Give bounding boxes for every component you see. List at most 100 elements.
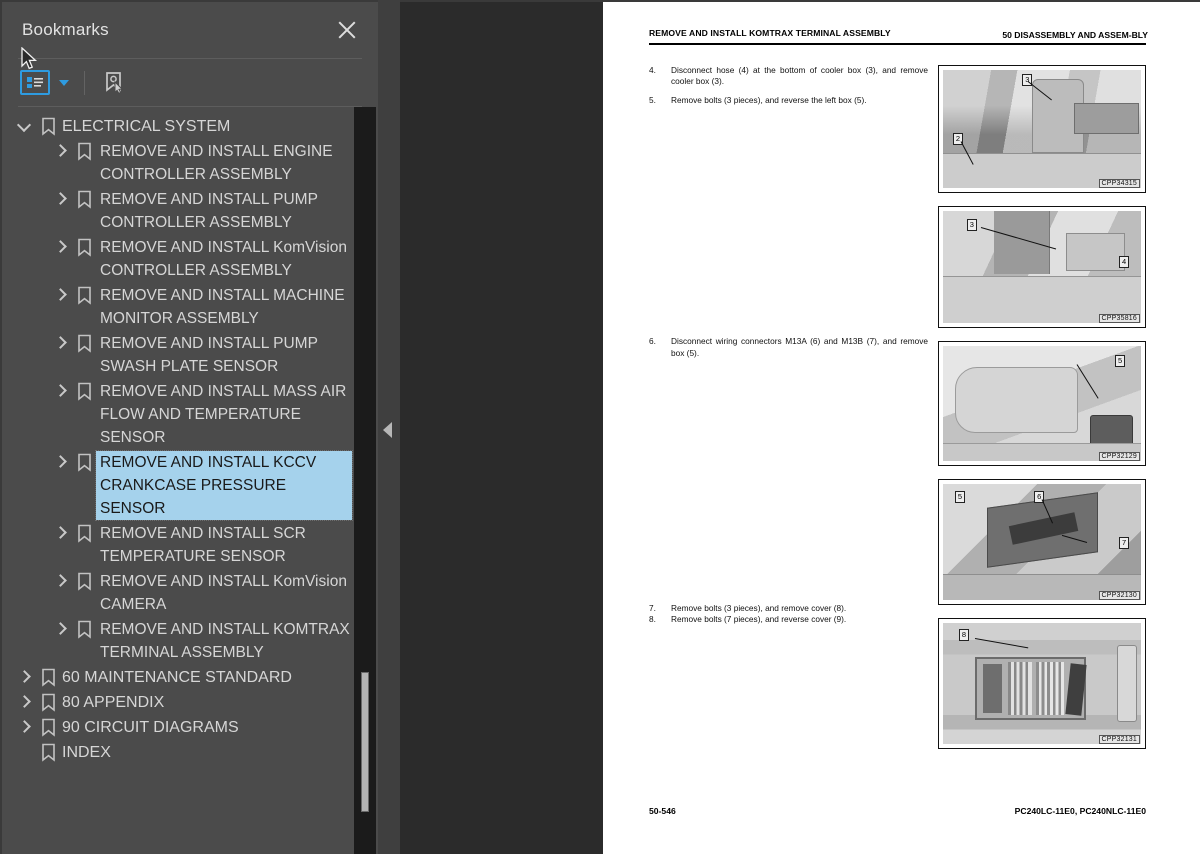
bookmarks-toolbar — [2, 47, 378, 106]
scrollbar-thumb[interactable] — [361, 672, 369, 812]
chevron-right-icon[interactable] — [50, 236, 72, 258]
bookmark-icon — [36, 115, 60, 137]
chevron-right-icon[interactable] — [50, 451, 72, 473]
document-viewer: REMOVE AND INSTALL KOMTRAX TERMINAL ASSE… — [400, 0, 1200, 854]
chevron-right-icon[interactable] — [14, 666, 36, 688]
step-text: Remove bolts (7 pieces), and reverse cov… — [671, 614, 847, 625]
step-number: 6. — [649, 336, 656, 347]
figure-wiring-connectors: 5 CPP32129 — [938, 341, 1146, 466]
callout-label: 3 — [966, 218, 977, 231]
bookmark-icon — [36, 691, 60, 713]
step-text: Disconnect wiring connectors M13A (6) an… — [671, 336, 928, 358]
chevron-right-icon[interactable] — [50, 380, 72, 402]
bookmark-list-glyph — [26, 77, 43, 88]
bookmark-item[interactable]: REMOVE AND INSTALL MASS AIR FLOW AND TEM… — [2, 379, 352, 450]
chevron-down-icon[interactable] — [59, 79, 69, 86]
bookmark-item-label[interactable]: INDEX — [60, 741, 113, 764]
callout-label: 5 — [1115, 355, 1126, 368]
bookmark-list-icon[interactable] — [20, 70, 50, 95]
step-text: Disconnect hose (4) at the bottom of coo… — [671, 65, 928, 87]
bookmark-pointer-icon[interactable] — [100, 70, 130, 95]
figure-fuse-panel: 8 CPP32131 — [938, 618, 1146, 749]
figure-cover-bolts: 5 6 7 CPP32130 — [938, 479, 1146, 605]
panel-splitter[interactable] — [378, 0, 400, 854]
chevron-right-icon[interactable] — [50, 284, 72, 306]
chevron-right-icon[interactable] — [14, 691, 36, 713]
step-number: 7. — [649, 603, 656, 614]
figure-code: CPP34315 — [1098, 179, 1140, 188]
chevron-right-icon[interactable] — [50, 522, 72, 544]
chevron-right-icon[interactable] — [50, 570, 72, 592]
bookmark-item[interactable]: REMOVE AND INSTALL KOMTRAX TERMINAL ASSE… — [2, 617, 352, 665]
bookmark-item-label[interactable]: REMOVE AND INSTALL KomVision CONTROLLER … — [96, 236, 352, 282]
bookmark-item[interactable]: REMOVE AND INSTALL MACHINE MONITOR ASSEM… — [2, 283, 352, 331]
bookmark-icon — [72, 188, 96, 210]
bookmark-item-label[interactable]: REMOVE AND INSTALL MACHINE MONITOR ASSEM… — [96, 284, 352, 330]
bookmarks-panel-header: Bookmarks — [2, 2, 378, 58]
bookmark-icon — [36, 716, 60, 738]
bookmark-item-label[interactable]: REMOVE AND INSTALL KOMTRAX TERMINAL ASSE… — [96, 618, 352, 664]
header-right-text: 50 DISASSEMBLY AND ASSEM-BLY — [1002, 30, 1148, 40]
bookmark-item-label[interactable]: REMOVE AND INSTALL MASS AIR FLOW AND TEM… — [96, 380, 352, 449]
chevron-right-icon[interactable] — [50, 140, 72, 162]
figure-image: 5 — [943, 346, 1141, 461]
list-item: 8. Remove bolts (7 pieces), and reverse … — [649, 614, 928, 625]
bookmark-icon — [72, 618, 96, 640]
bookmark-item-label[interactable]: 80 APPENDIX — [60, 691, 166, 714]
chevron-right-icon[interactable] — [50, 618, 72, 640]
bookmark-item[interactable]: REMOVE AND INSTALL ENGINE CONTROLLER ASS… — [2, 139, 352, 187]
bookmark-item[interactable]: 80 APPENDIX — [2, 690, 352, 715]
figures-column: 3 2 CPP34315 3 4 CPP35816 5 CPP32129 5 6… — [938, 65, 1146, 762]
document-page: REMOVE AND INSTALL KOMTRAX TERMINAL ASSE… — [603, 2, 1200, 854]
bookmark-item-label[interactable]: 90 CIRCUIT DIAGRAMS — [60, 716, 241, 739]
chevron-right-icon[interactable] — [50, 332, 72, 354]
page-header: REMOVE AND INSTALL KOMTRAX TERMINAL ASSE… — [603, 2, 1200, 41]
figure-image: 3 4 — [943, 211, 1141, 323]
step-text: Remove bolts (3 pieces), and remove cove… — [671, 603, 847, 614]
chevron-down-icon[interactable] — [14, 115, 36, 137]
bookmark-item[interactable]: REMOVE AND INSTALL KCCV CRANKCASE PRESSU… — [2, 450, 353, 521]
bookmark-item-label[interactable]: ELECTRICAL SYSTEM — [60, 115, 232, 138]
chevron-right-icon[interactable] — [14, 716, 36, 738]
page-footer: 50-546 PC240LC-11E0, PC240NLC-11E0 — [603, 806, 1200, 816]
step-number: 8. — [649, 614, 656, 625]
steps-column: 4. Disconnect hose (4) at the bottom of … — [649, 65, 928, 762]
bookmarks-scrollbar[interactable] — [354, 107, 376, 854]
bookmark-item-label[interactable]: 60 MAINTENANCE STANDARD — [60, 666, 294, 689]
bookmark-item-label[interactable]: REMOVE AND INSTALL PUMP CONTROLLER ASSEM… — [96, 188, 352, 234]
bookmarks-tree: ELECTRICAL SYSTEM REMOVE AND INSTALL ENGI… — [2, 107, 353, 854]
bookmark-item[interactable]: REMOVE AND INSTALL PUMP CONTROLLER ASSEM… — [2, 187, 352, 235]
step-text: Remove bolts (3 pieces), and reverse the… — [671, 94, 867, 105]
bookmarks-tree-wrapper: ELECTRICAL SYSTEM REMOVE AND INSTALL ENGI… — [2, 107, 378, 854]
bookmark-item[interactable]: REMOVE AND INSTALL KomVision CAMERA — [2, 569, 352, 617]
list-item: 7. Remove bolts (3 pieces), and remove c… — [649, 603, 928, 614]
bookmark-item[interactable]: REMOVE AND INSTALL KomVision CONTROLLER … — [2, 235, 352, 283]
bookmark-item[interactable]: INDEX — [2, 740, 352, 765]
bookmark-item-label[interactable]: REMOVE AND INSTALL KCCV CRANKCASE PRESSU… — [95, 450, 353, 521]
bookmark-item[interactable]: REMOVE AND INSTALL PUMP SWASH PLATE SENS… — [2, 331, 352, 379]
list-item: 4. Disconnect hose (4) at the bottom of … — [649, 65, 928, 88]
bookmark-item-label[interactable]: REMOVE AND INSTALL PUMP SWASH PLATE SENS… — [96, 332, 352, 378]
bookmark-item[interactable]: REMOVE AND INSTALL SCR TEMPERATURE SENSO… — [2, 521, 352, 569]
bookmarks-panel: Bookmarks ELECTRICAL SYSTEM REMOVE AND I… — [0, 0, 378, 854]
bookmark-item-label[interactable]: REMOVE AND INSTALL SCR TEMPERATURE SENSO… — [96, 522, 352, 568]
figure-image: 3 2 — [943, 70, 1141, 188]
figure-left-box: 3 4 CPP35816 — [938, 206, 1146, 328]
bookmark-item-label[interactable]: REMOVE AND INSTALL KomVision CAMERA — [96, 570, 352, 616]
bookmark-icon — [72, 451, 96, 473]
step-number: 4. — [649, 65, 656, 75]
bookmark-item[interactable]: ELECTRICAL SYSTEM — [2, 114, 352, 139]
bookmark-item[interactable]: 60 MAINTENANCE STANDARD — [2, 665, 352, 690]
footer-model-text: PC240LC-11E0, PC240NLC-11E0 — [1014, 806, 1146, 816]
bookmark-item-label[interactable]: REMOVE AND INSTALL ENGINE CONTROLLER ASS… — [96, 140, 352, 186]
list-item: 6. Disconnect wiring connectors M13A (6)… — [649, 336, 928, 359]
triangle-left-icon[interactable] — [383, 422, 392, 438]
bookmark-item[interactable]: 90 CIRCUIT DIAGRAMS — [2, 715, 352, 740]
callout-label: 4 — [1118, 255, 1130, 268]
close-icon[interactable] — [334, 17, 360, 43]
footer-page-number: 50-546 — [649, 806, 676, 816]
figure-image: 8 — [943, 623, 1141, 744]
page-title: Bookmarks — [22, 20, 109, 39]
pdf-reader-window: Bookmarks ELECTRICAL SYSTEM REMOVE AND I… — [0, 0, 1200, 854]
chevron-right-icon[interactable] — [50, 188, 72, 210]
